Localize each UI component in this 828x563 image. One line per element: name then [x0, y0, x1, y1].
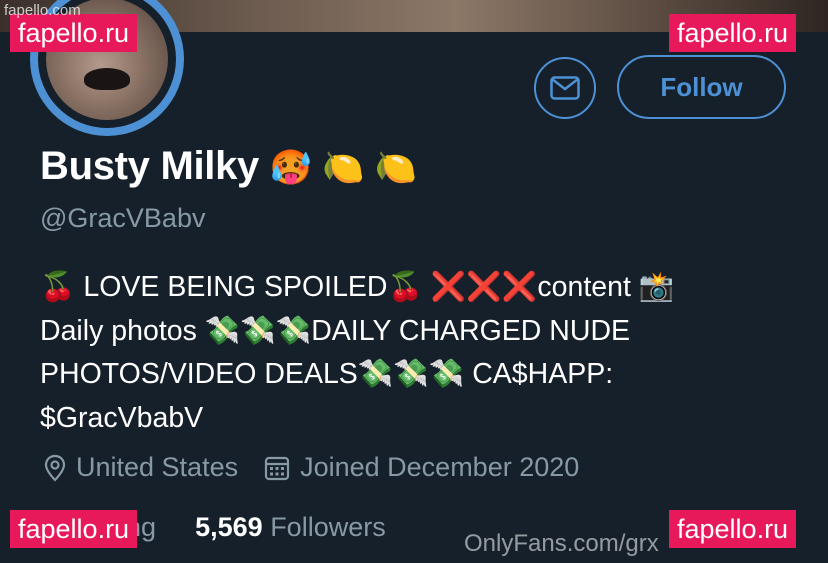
watermark-top-right: fapello.ru [669, 14, 797, 52]
followers-count: 5,569 [195, 512, 263, 542]
watermark-bottom-right: fapello.ru [669, 510, 797, 548]
watermark-top-left: fapello.ru [10, 14, 138, 52]
user-handle: @GracVBabv [40, 203, 206, 233]
display-name: Busty Milky 🥵 🍋 🍋 [40, 144, 417, 189]
watermark-small-top-left: fapello.com [4, 2, 81, 19]
bio-line-2: Daily photos 💸💸💸DAILY CHARGED NUDE [40, 314, 631, 347]
location: United States [44, 452, 238, 483]
watermark-bottom-left: fapello.ru [10, 510, 138, 548]
mail-icon [550, 76, 580, 100]
display-name-emojis: 🥵 🍋 🍋 [269, 148, 417, 188]
bio-line-3: PHOTOS/VIDEO DEALS💸💸💸 CA$HAPP: [40, 358, 614, 390]
location-text: United States [76, 452, 239, 482]
bio-line-4: $GracVbabV [40, 401, 204, 434]
followers-link[interactable]: 5,569 Followers [195, 512, 386, 542]
bio-line-1: 🍒 LOVE BEING SPOILED🍒 ❌❌❌content 📸 [40, 271, 675, 303]
follow-button[interactable]: Follow [617, 55, 786, 119]
display-name-text: Busty Milky [40, 144, 259, 188]
profile-meta: United States Joined December 2020 [44, 452, 605, 483]
avatar-photo-detail [84, 68, 130, 90]
profile-bio: 🍒 LOVE BEING SPOILED🍒 ❌❌❌content 📸 Daily… [40, 266, 800, 440]
followers-label: Followers [270, 512, 386, 542]
onlyfans-watermark: OnlyFans.com/grx [464, 530, 659, 557]
joined-date: Joined December 2020 [264, 452, 579, 483]
calendar-icon [264, 456, 290, 480]
joined-text: Joined December 2020 [300, 452, 580, 482]
location-pin-icon [44, 454, 66, 482]
message-button[interactable] [534, 57, 596, 119]
